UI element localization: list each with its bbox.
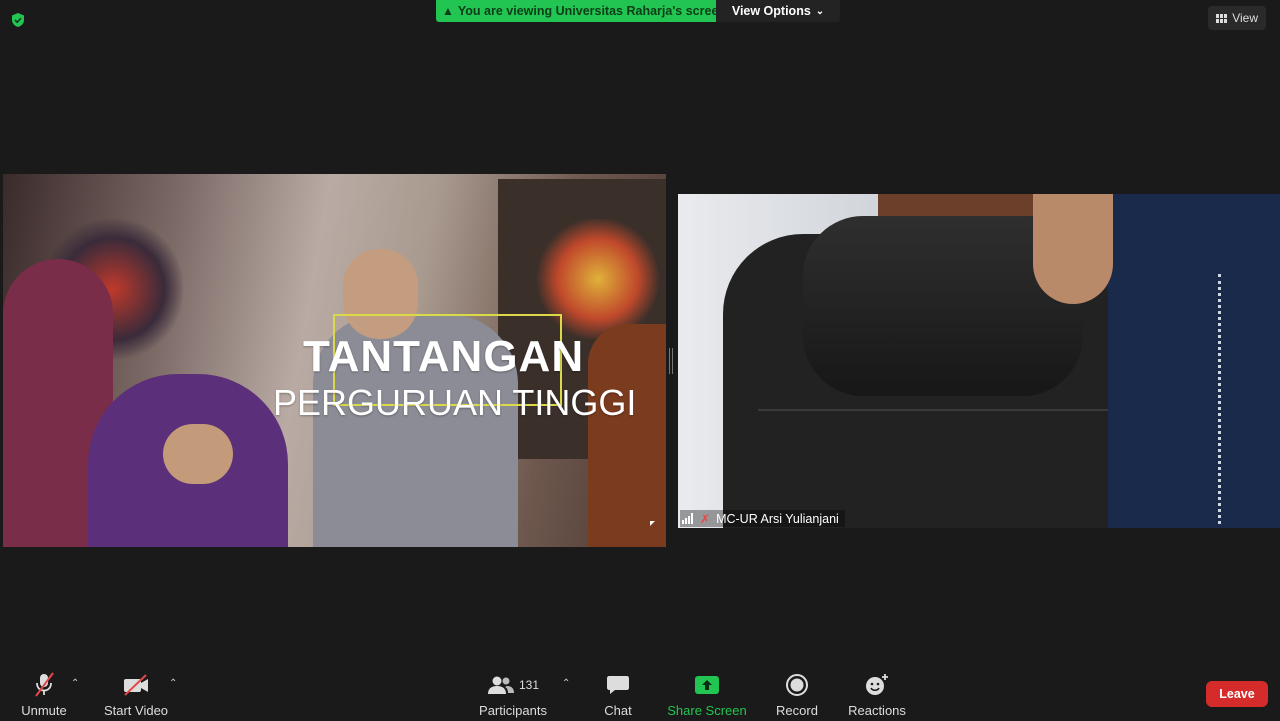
banner-text: You are viewing Universitas Raharja's sc… — [457, 4, 727, 18]
video-options-chevron-icon[interactable]: ⌃ — [169, 678, 177, 689]
share-screen-icon — [694, 670, 720, 700]
view-options-button[interactable]: View Options ⌄ — [716, 0, 840, 22]
shared-screen: TANTANGAN PERGURUAN TINGGI — [3, 174, 666, 547]
chat-icon — [606, 670, 630, 700]
shared-title-line2: PERGURUAN TINGGI — [273, 382, 637, 423]
record-icon — [785, 670, 809, 700]
muted-mic-icon: ✗ — [700, 511, 711, 526]
participants-icon — [487, 676, 514, 694]
reactions-button[interactable]: Reactions — [827, 670, 927, 718]
chevron-down-icon: ⌄ — [815, 5, 825, 17]
participants-label: Participants — [479, 703, 547, 718]
view-options-label: View Options — [731, 4, 811, 18]
shared-title-line1: TANTANGAN — [303, 332, 585, 381]
video-camera-icon — [122, 670, 150, 700]
record-label: Record — [776, 703, 818, 718]
participant-video[interactable] — [678, 194, 1280, 528]
view-label: View — [1232, 11, 1258, 25]
unmute-button[interactable]: Unmute — [0, 670, 94, 718]
smiley-add-icon — [864, 670, 890, 700]
participant-name-label: ✗ MC-UR Arsi Yulianjani — [680, 510, 845, 527]
reactions-label: Reactions — [848, 703, 906, 718]
view-button[interactable]: View — [1208, 6, 1266, 30]
participants-count: 131 — [518, 678, 540, 692]
unmute-label: Unmute — [21, 703, 67, 718]
screen-share-banner: ▲ You are viewing Universitas Raharja's … — [436, 0, 737, 22]
share-screen-button[interactable]: Share Screen — [657, 670, 757, 718]
signal-strength-icon — [682, 513, 694, 524]
shield-icon[interactable] — [10, 12, 26, 28]
participants-button[interactable]: 131 Participants — [463, 670, 563, 718]
mouse-cursor-icon — [650, 521, 655, 526]
participant-name: MC-UR Arsi Yulianjani — [716, 511, 839, 526]
grid-view-icon — [1216, 13, 1228, 23]
speaker-icon: ▲ — [442, 4, 454, 18]
audio-options-chevron-icon[interactable]: ⌃ — [71, 678, 79, 689]
share-screen-label: Share Screen — [667, 703, 747, 718]
resize-handle[interactable] — [669, 348, 673, 374]
participants-icon-wrap: 131 — [487, 670, 539, 700]
chat-button[interactable]: Chat — [568, 670, 668, 718]
chat-label: Chat — [604, 703, 632, 718]
leave-button[interactable]: Leave — [1206, 681, 1268, 707]
microphone-icon — [33, 670, 55, 700]
start-video-label: Start Video — [103, 703, 169, 718]
